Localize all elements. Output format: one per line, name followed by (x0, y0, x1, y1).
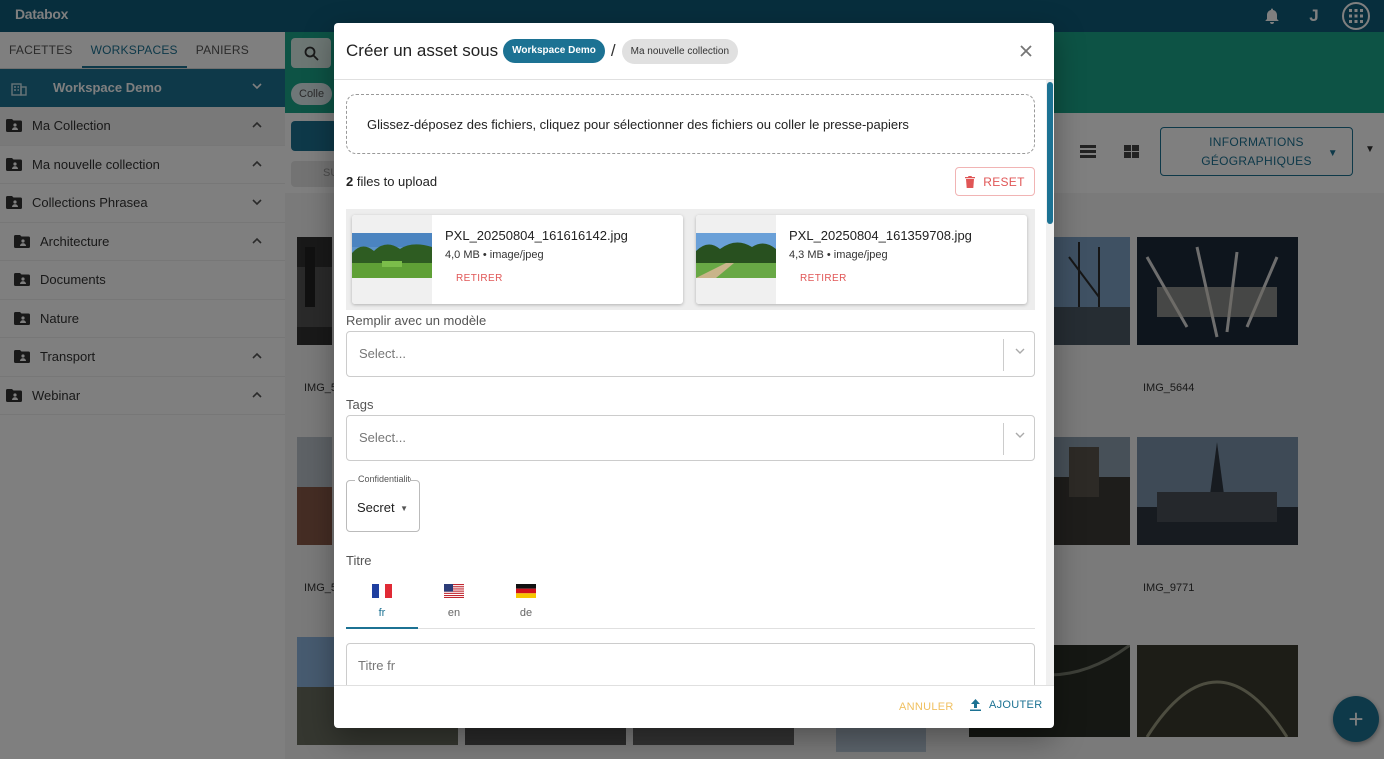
trash-icon (965, 175, 976, 188)
reset-button[interactable]: Reset (955, 167, 1035, 196)
dialog-body: Glissez-déposez des fichiers, cliquez po… (334, 80, 1054, 685)
file-thumbnail (696, 215, 776, 304)
add-button[interactable]: Ajouter (970, 699, 1042, 711)
template-placeholder: Select... (359, 346, 406, 361)
upload-count-label: files to upload (356, 174, 438, 189)
tags-placeholder: Select... (359, 430, 406, 445)
flag-fr-icon (372, 584, 392, 598)
path-separator: / (610, 41, 616, 60)
upload-file-card: PXL_20250804_161616142.jpg 4,0 MB • imag… (352, 215, 683, 304)
flag-de-icon (516, 584, 536, 598)
dropzone-text: Glissez-déposez des fichiers, cliquez po… (367, 116, 909, 132)
file-meta: 4,3 MB • image/jpeg (789, 249, 888, 261)
lang-code: de (519, 607, 533, 619)
dialog-footer: Annuler Ajouter (334, 685, 1054, 728)
upload-count: 2 files to upload (346, 174, 437, 189)
close-icon[interactable] (1016, 41, 1036, 61)
upload-count-number: 2 (346, 174, 354, 189)
workspace-chip: Workspace Demo (503, 39, 605, 63)
dialog-header: Créer un asset sous Workspace Demo / Ma … (334, 23, 1054, 80)
add-button-label: Ajouter (989, 699, 1043, 711)
titre-placeholder: Titre fr (358, 658, 396, 673)
caret-down-icon: ▼ (400, 504, 408, 513)
scrollbar-thumb[interactable] (1047, 82, 1053, 224)
file-name: PXL_20250804_161616142.jpg (445, 228, 628, 243)
upload-icon (970, 699, 981, 711)
remove-file-button[interactable]: Retirer (456, 273, 503, 284)
cancel-button[interactable]: Annuler (899, 701, 954, 713)
reset-button-label: Reset (983, 174, 1025, 189)
select-divider (1003, 339, 1004, 371)
lang-code: en (447, 607, 461, 619)
upload-file-card: PXL_20250804_161359708.jpg 4,3 MB • imag… (696, 215, 1027, 304)
flag-us-icon (444, 584, 464, 598)
titre-label: Titre (346, 553, 372, 568)
file-thumbnail (352, 215, 432, 304)
confidentiality-label: Confidentialité (355, 474, 411, 484)
tab-lang-de[interactable]: de (490, 577, 562, 629)
file-meta: 4,0 MB • image/jpeg (445, 249, 544, 261)
create-asset-dialog: Créer un asset sous Workspace Demo / Ma … (334, 23, 1054, 728)
chevron-down-icon (1014, 429, 1026, 444)
chevron-down-icon (1014, 345, 1026, 360)
tags-select[interactable]: Select... (346, 415, 1035, 461)
tab-lang-en[interactable]: en (418, 577, 490, 629)
titre-fr-input[interactable]: Titre fr (346, 643, 1035, 685)
lang-code: fr (378, 607, 386, 619)
language-tabs: fr en de (346, 577, 1035, 629)
file-dropzone[interactable]: Glissez-déposez des fichiers, cliquez po… (346, 94, 1035, 154)
template-select[interactable]: Select... (346, 331, 1035, 377)
remove-file-button[interactable]: Retirer (800, 273, 847, 284)
tags-label: Tags (346, 397, 374, 412)
dialog-scrollbar[interactable] (1046, 80, 1054, 685)
confidentiality-select[interactable]: Confidentialité Secret ▼ (346, 474, 420, 532)
template-label: Remplir avec un modèle (346, 313, 487, 328)
file-name: PXL_20250804_161359708.jpg (789, 228, 972, 243)
upload-file-list: PXL_20250804_161616142.jpg 4,0 MB • imag… (346, 209, 1035, 310)
collection-chip: Ma nouvelle collection (621, 38, 739, 64)
select-divider (1003, 423, 1004, 455)
dialog-title: Créer un asset sous (346, 41, 499, 60)
tab-lang-fr[interactable]: fr (346, 577, 418, 629)
confidentiality-value: Secret (357, 500, 395, 515)
